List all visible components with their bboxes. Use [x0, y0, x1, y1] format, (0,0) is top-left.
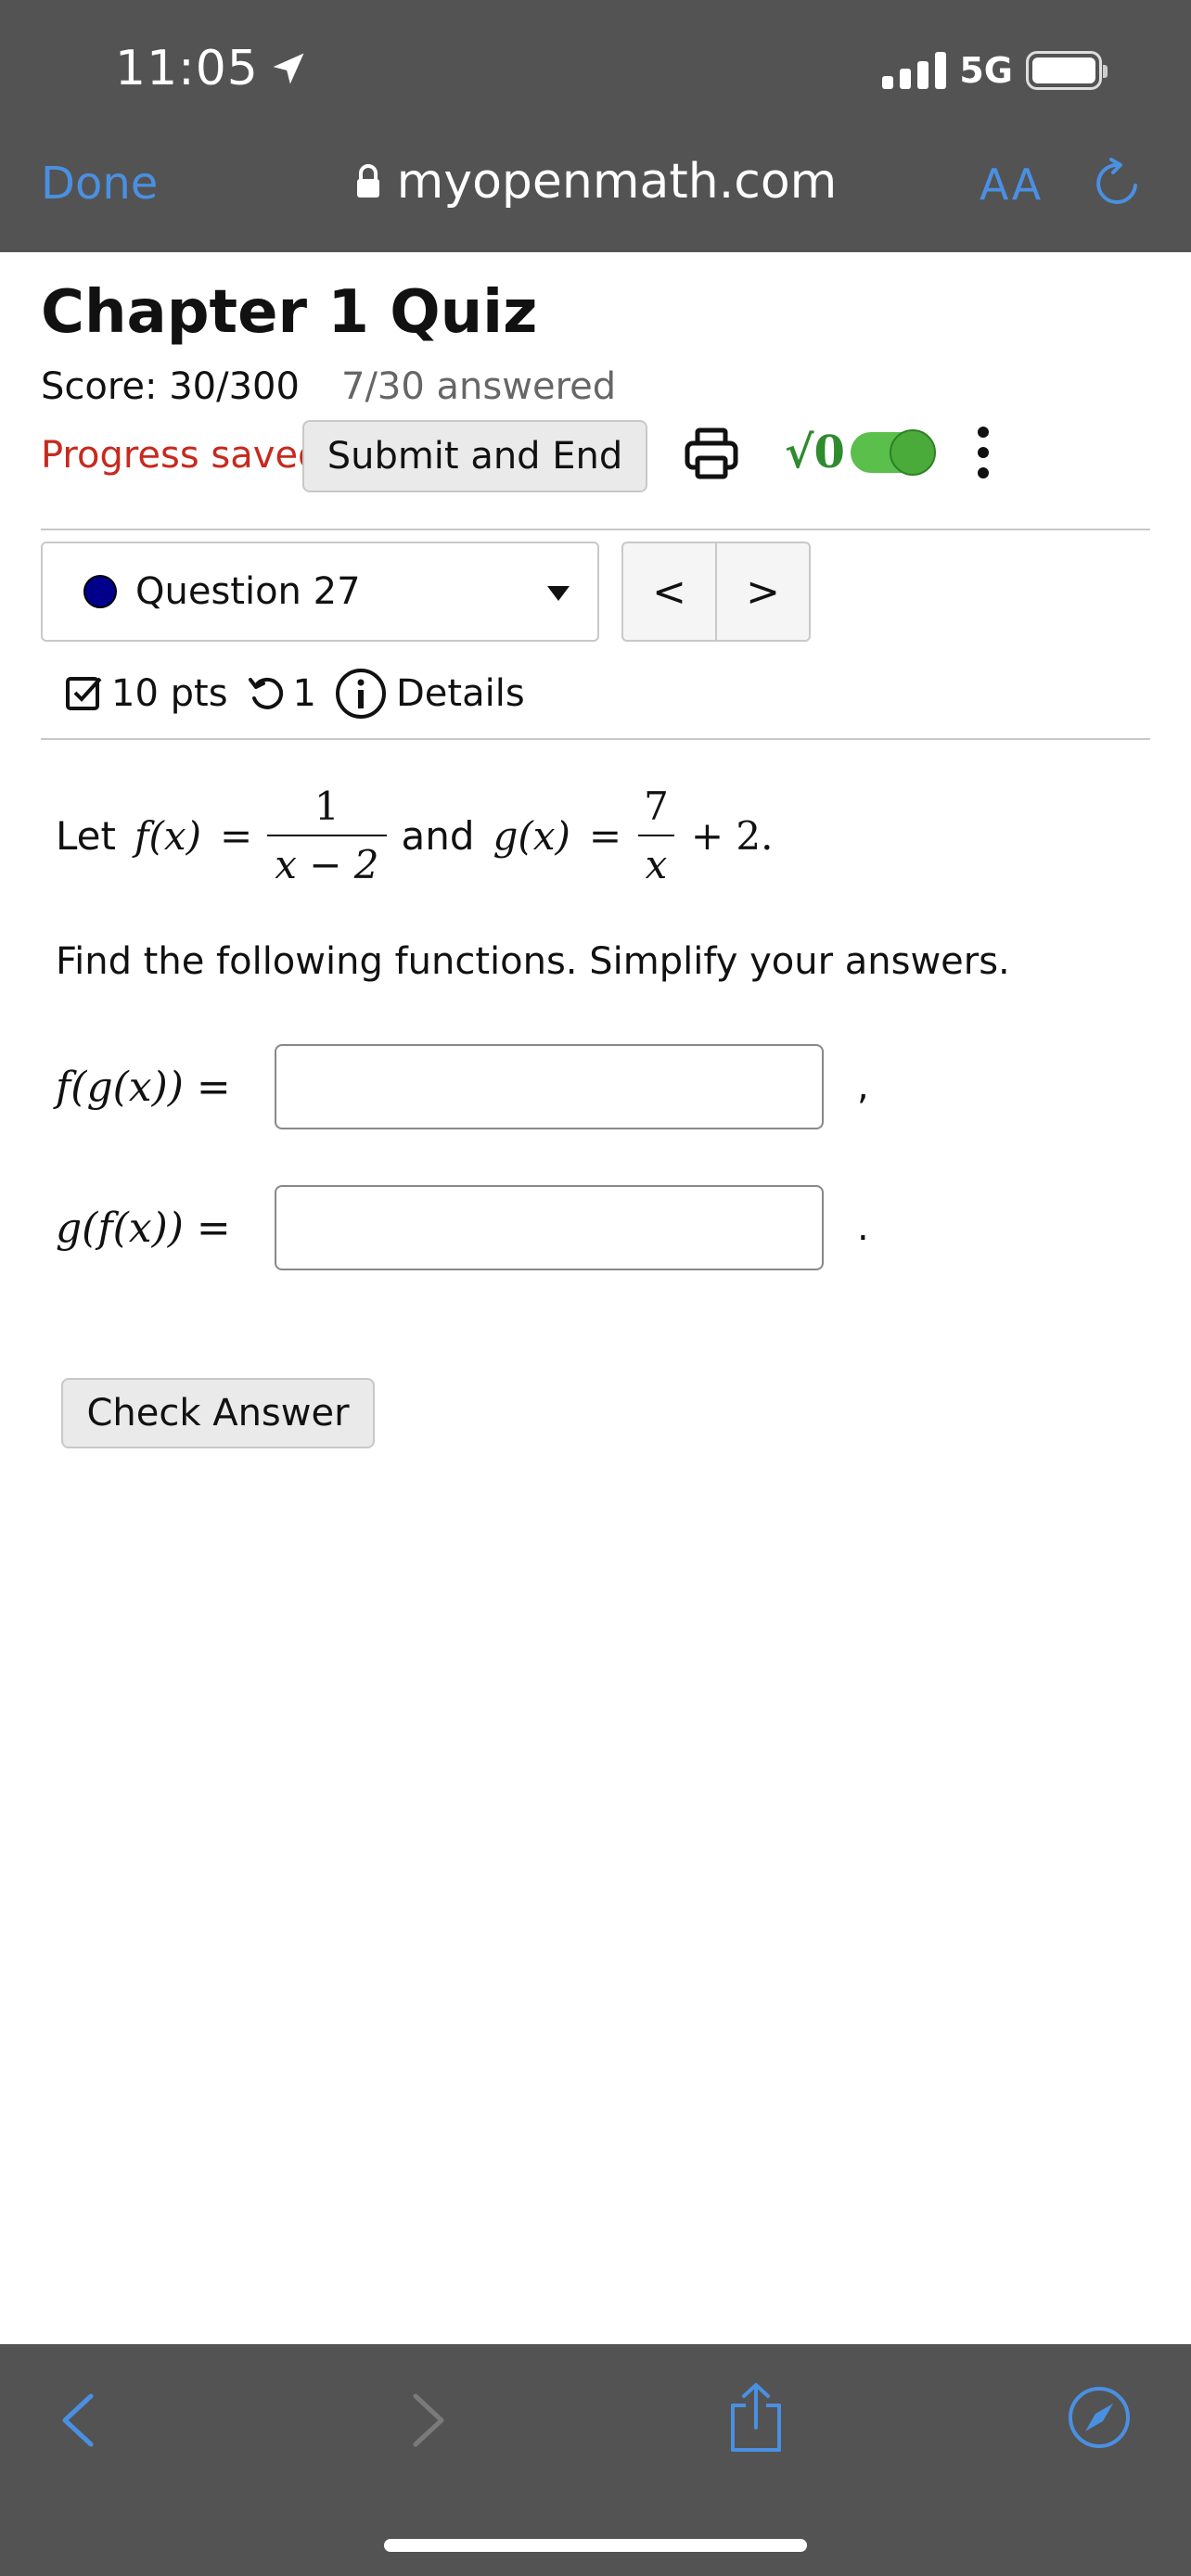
g-numerator: 7 [644, 784, 669, 829]
g-tail: + 2. [690, 812, 774, 859]
lock-icon [356, 164, 379, 198]
check-answer-button[interactable]: Check Answer [61, 1378, 375, 1448]
equals-sign: = [219, 812, 253, 859]
previous-question-button[interactable]: < [623, 543, 715, 640]
f-denominator: x − 2 [267, 835, 387, 887]
browser-top-bar: 11:05 5G Done myopenmath.com AA [0, 0, 1191, 252]
attempts-text: 1 [292, 672, 316, 715]
sqrt-icon: √0 [785, 427, 845, 478]
cell-signal-icon [882, 52, 947, 89]
question-nav-buttons: < > [621, 542, 811, 642]
page-title: Chapter 1 Quiz [41, 278, 538, 347]
share-icon[interactable] [727, 2381, 785, 2457]
question-status-dot [83, 575, 117, 608]
printer-icon[interactable] [683, 425, 740, 486]
equals-sign: = [588, 812, 622, 859]
question-statement: Let f(x) = 1 x − 2 and g(x) = 7 x + 2. [56, 784, 774, 887]
question-select[interactable]: Question 27 [41, 542, 599, 642]
score-text: Score: 30/300 [41, 365, 300, 408]
url-text: myopenmath.com [396, 154, 838, 210]
and-text: and [401, 812, 475, 859]
details-link[interactable]: Details [396, 672, 525, 715]
toggle-switch[interactable] [850, 429, 936, 476]
status-time: 11:05 [115, 41, 309, 96]
answer-row: g(f(x)) = . [56, 1185, 869, 1270]
answer-row: f(g(x)) = , [56, 1044, 869, 1129]
f-fraction: 1 x − 2 [267, 784, 387, 887]
answer-punctuation: . [857, 1206, 869, 1249]
f-of-g-answer-input[interactable] [275, 1044, 824, 1129]
answered-count: 7/30 answered [341, 365, 617, 408]
compass-icon[interactable] [1067, 2385, 1132, 2454]
checkbox-icon [66, 677, 102, 710]
status-indicators: 5G [882, 50, 1108, 91]
progress-status: Progress saved [41, 434, 322, 477]
submit-and-end-button[interactable]: Submit and End [302, 420, 647, 492]
retry-icon [248, 677, 283, 709]
f-definition-lhs: f(x) [134, 812, 201, 859]
g-fraction: 7 x [636, 784, 676, 887]
divider [41, 529, 1150, 530]
g-of-f-answer-input[interactable] [275, 1185, 824, 1270]
more-options-icon[interactable] [978, 427, 989, 478]
answer-label: g(f(x)) = [56, 1204, 231, 1252]
reload-icon[interactable] [1093, 158, 1141, 213]
points-text: 10 pts [111, 672, 228, 715]
forward-icon[interactable] [404, 2391, 451, 2454]
let-text: Let [56, 812, 116, 859]
answer-label: f(g(x)) = [56, 1063, 231, 1111]
divider [41, 738, 1150, 740]
network-type: 5G [959, 50, 1013, 91]
question-select-label: Question 27 [135, 570, 361, 613]
info-icon[interactable] [335, 668, 387, 720]
g-definition-lhs: g(x) [493, 812, 570, 859]
caret-down-icon [547, 586, 570, 601]
browser-bottom-bar [0, 2344, 1191, 2576]
location-arrow-icon [273, 53, 304, 84]
g-denominator: x [637, 835, 675, 887]
status-time-text: 11:05 [115, 41, 259, 96]
next-question-button[interactable]: > [715, 543, 809, 640]
question-instructions: Find the following functions. Simplify y… [56, 940, 1010, 983]
math-entry-toggle[interactable]: √0 [785, 427, 936, 478]
battery-icon [1026, 51, 1108, 90]
f-numerator: 1 [314, 784, 339, 829]
question-meta: 10 pts 1 Details [65, 668, 525, 720]
back-icon[interactable] [56, 2391, 102, 2454]
home-indicator [384, 2539, 807, 2552]
answer-punctuation: , [857, 1065, 869, 1108]
text-size-button[interactable]: AA [980, 159, 1043, 210]
